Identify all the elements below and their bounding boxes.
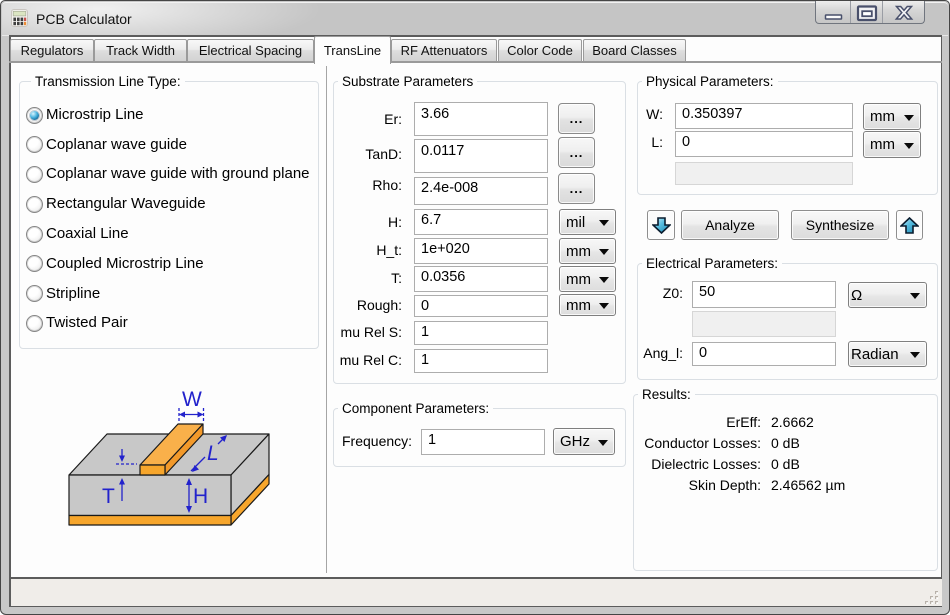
- svg-text:T: T: [102, 485, 115, 508]
- svg-text:H: H: [193, 485, 208, 508]
- svg-text:L: L: [207, 442, 219, 465]
- svg-text:W: W: [182, 388, 202, 411]
